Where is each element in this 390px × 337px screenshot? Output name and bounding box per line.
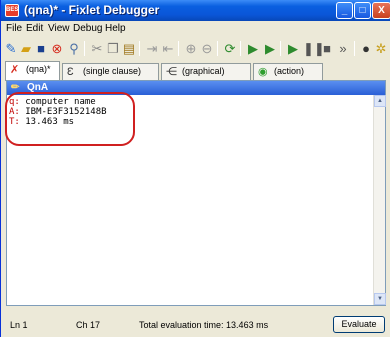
run-to-icon[interactable]: ▶ (263, 41, 277, 56)
tab-qna[interactable]: ✗ (qna)* (5, 61, 60, 81)
qna-editor[interactable]: q: computer name A: IBM-E3F3152148B T: 1… (7, 95, 373, 305)
copy-icon[interactable]: ❐ (106, 41, 120, 56)
time-line: T: 13.463 ms (9, 117, 75, 127)
tab-graphical[interactable]: ⋲ (graphical) (161, 63, 251, 80)
qna-panel: ✏ QnA q: computer name A: IBM-E3F3152148… (6, 80, 386, 306)
toolbar-separator (84, 41, 85, 56)
panel-title: QnA (27, 82, 49, 93)
evaluate-button[interactable]: Evaluate (333, 316, 385, 333)
paste-icon[interactable]: ▤ (122, 41, 136, 56)
step-over-icon[interactable]: » (336, 41, 350, 56)
tab-action[interactable]: ◉ (action) (253, 63, 323, 80)
minimize-button[interactable]: _ (336, 2, 353, 19)
panel-header: ✏ QnA (7, 81, 385, 95)
qna-icon: ✗ (10, 64, 20, 76)
breakpoint-icon[interactable]: ● (359, 41, 373, 56)
pause-icon[interactable]: ❚❚ (303, 41, 325, 56)
app-icon: BES (5, 4, 19, 17)
tab-label: (qna)* (26, 64, 51, 74)
toolbar-separator (139, 41, 140, 56)
find-icon[interactable]: ⚲ (67, 41, 81, 56)
zoom-in-icon[interactable]: ⊕ (184, 41, 198, 56)
new-icon[interactable]: ✎ (4, 41, 18, 56)
zoom-out-icon[interactable]: ⊖ (200, 41, 214, 56)
title-bar: BES (qna)* - Fixlet Debugger _ □ X (1, 0, 390, 21)
clause-icon: Ɛ (67, 66, 74, 78)
outdent-icon[interactable]: ⇤ (161, 41, 175, 56)
line-indicator: Ln 1 (10, 320, 28, 330)
evaluation-time: Total evaluation time: 13.463 ms (139, 320, 269, 330)
status-bar: Ln 1 Ch 17 Total evaluation time: 13.463… (1, 312, 390, 337)
answer-line: A: IBM-E3F3152148B (9, 107, 107, 117)
menu-help[interactable]: Help (105, 23, 126, 34)
toolbar-separator (240, 41, 241, 56)
stop-debug-icon[interactable]: ■ (320, 41, 334, 56)
refresh-icon[interactable]: ⟳ (223, 41, 237, 56)
scroll-up-arrow-icon[interactable]: ▲ (374, 95, 386, 107)
tab-label: (single clause) (83, 66, 142, 76)
action-icon: ◉ (258, 66, 268, 78)
toolbar-separator (217, 41, 218, 56)
maximize-button[interactable]: □ (354, 2, 371, 19)
open-icon[interactable]: ▰ (19, 41, 33, 56)
tab-strip: ✗ (qna)* Ɛ (single clause) ⋲ (graphical)… (1, 61, 390, 81)
clear-breakpoints-icon[interactable]: ✲ (374, 41, 388, 56)
save-icon[interactable]: ■ (34, 41, 48, 56)
tab-label: (action) (274, 66, 305, 76)
close-button[interactable]: X (372, 2, 390, 19)
fixlet-debugger-window: BES (qna)* - Fixlet Debugger _ □ X File … (0, 0, 390, 337)
column-indicator: Ch 17 (76, 320, 101, 330)
graphical-icon: ⋲ (166, 66, 177, 78)
menu-edit[interactable]: Edit (26, 23, 43, 34)
tab-label: (graphical) (182, 66, 225, 76)
toolbar-separator (354, 41, 355, 56)
pencil-icon: ✏ (11, 82, 20, 93)
menu-bar: File Edit View Debug Help (1, 21, 390, 37)
step-icon[interactable]: ▶ (286, 41, 300, 56)
query-line: q: computer name (9, 97, 96, 107)
toolbar-separator (178, 41, 179, 56)
tab-single-clause[interactable]: Ɛ (single clause) (62, 63, 159, 80)
window-title: (qna)* - Fixlet Debugger (24, 3, 160, 17)
toolbar: ✎ ▰ ■ ⊗ ⚲ ✂ ❐ ▤ ⇥ ⇤ ⊕ ⊖ ⟳ ▶ ▶ ▶ ❚❚ ■ » ●… (1, 37, 390, 61)
menu-debug[interactable]: Debug (73, 23, 102, 34)
scroll-down-arrow-icon[interactable]: ▼ (374, 293, 386, 305)
menu-file[interactable]: File (6, 23, 22, 34)
cut-icon[interactable]: ✂ (90, 41, 104, 56)
vertical-scrollbar[interactable]: ▲ ▼ (373, 95, 386, 305)
stop-icon[interactable]: ⊗ (50, 41, 64, 56)
toolbar-separator (280, 41, 281, 56)
indent-icon[interactable]: ⇥ (145, 41, 159, 56)
run-icon[interactable]: ▶ (246, 41, 260, 56)
menu-view[interactable]: View (48, 23, 70, 34)
